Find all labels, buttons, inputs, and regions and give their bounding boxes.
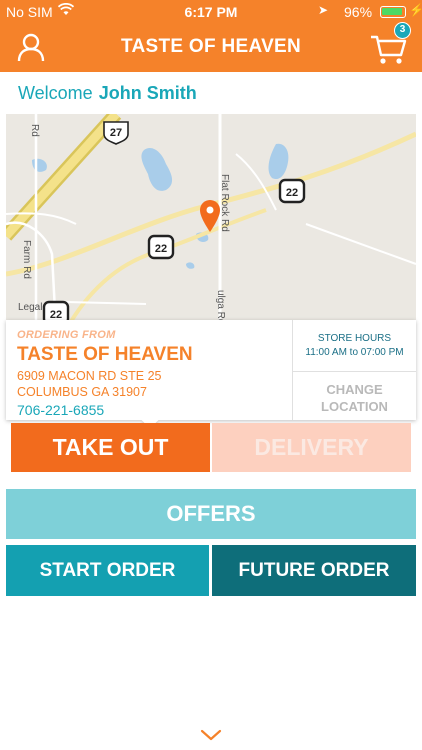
user-name: John Smith xyxy=(98,83,197,103)
road-label: Flat Rock Rd xyxy=(219,174,230,232)
delivery-button[interactable]: DELIVERY xyxy=(212,423,411,472)
welcome-message: Welcome John Smith xyxy=(18,83,197,104)
store-hours-value: 11:00 AM to 07:00 PM xyxy=(305,347,404,358)
route-shield-22: 22 xyxy=(147,234,175,260)
chevron-down-icon[interactable] xyxy=(200,728,222,742)
change-location-button[interactable]: CHANGE LOCATION xyxy=(293,372,416,420)
take-out-button[interactable]: TAKE OUT xyxy=(11,423,210,472)
route-shield-27: 27 xyxy=(103,121,129,145)
store-actions: STORE HOURS 11:00 AM to 07:00 PM CHANGE … xyxy=(292,320,416,420)
location-arrow-icon: ➤ xyxy=(318,3,329,17)
ordering-from-label: ORDERING FROM xyxy=(17,329,116,341)
store-address: 6909 MACON RD STE 25 COLUMBUS GA 31907 xyxy=(17,368,292,400)
svg-text:27: 27 xyxy=(110,127,122,139)
road-label: Rd xyxy=(29,124,40,137)
store-name: TASTE OF HEAVEN xyxy=(17,344,193,365)
app-header: No SIM 6:17 PM ➤ 96% ⚡ TASTE OF HEAVEN 3 xyxy=(0,0,422,72)
page-title: TASTE OF HEAVEN xyxy=(120,36,302,57)
store-info-card: ORDERING FROM TASTE OF HEAVEN 6909 MACON… xyxy=(6,320,416,420)
future-order-button[interactable]: FUTURE ORDER xyxy=(212,545,416,596)
store-hours: STORE HOURS 11:00 AM to 07:00 PM xyxy=(293,320,416,372)
route-shield-22: 22 xyxy=(278,178,306,204)
charging-icon: ⚡ xyxy=(409,3,422,17)
change-location-label-2: LOCATION xyxy=(321,399,388,414)
road xyxy=(305,223,416,265)
map-legal-link: Legal xyxy=(18,302,42,313)
store-details: ORDERING FROM TASTE OF HEAVEN 6909 MACON… xyxy=(6,320,292,420)
svg-text:22: 22 xyxy=(286,187,298,199)
welcome-label: Welcome xyxy=(18,83,93,103)
lake xyxy=(186,262,195,269)
status-bar: No SIM 6:17 PM ➤ 96% ⚡ xyxy=(0,0,422,24)
battery-icon xyxy=(380,6,406,18)
store-map[interactable]: 27 22 22 22 Flat Rock Rd ulga Rd Rd Farm… xyxy=(6,114,416,330)
change-location-label-1: CHANGE xyxy=(326,382,383,397)
svg-text:22: 22 xyxy=(155,243,167,255)
address-line-1: 6909 MACON RD STE 25 xyxy=(17,369,162,383)
lake xyxy=(32,158,47,172)
store-hours-label: STORE HOURS xyxy=(317,333,392,344)
address-line-2: COLUMBUS GA 31907 xyxy=(17,385,147,399)
cart-count-badge: 3 xyxy=(394,22,411,39)
road-label: Farm Rd xyxy=(21,240,32,279)
road xyxy=(64,208,267,330)
offers-button[interactable]: OFFERS xyxy=(6,489,416,539)
battery-percent: 96% xyxy=(344,4,373,20)
lake xyxy=(268,143,289,180)
start-order-button[interactable]: START ORDER xyxy=(6,545,209,596)
lake xyxy=(141,147,173,191)
road xyxy=(65,301,147,305)
